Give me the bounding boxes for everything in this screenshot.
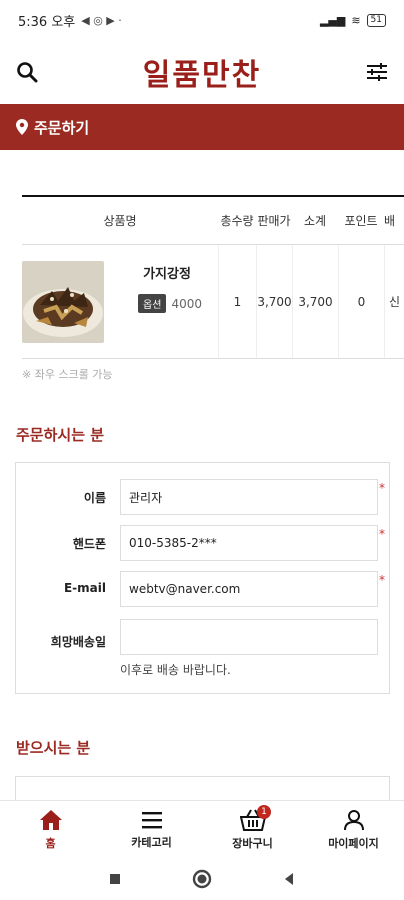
nav-cart[interactable]: 1 장바구니 xyxy=(202,801,303,858)
name-field[interactable]: 관리자 xyxy=(120,479,378,515)
status-bar: 5:36 오후 ◀ ◎ ▶ · ▂▄▆ ≋ 51 xyxy=(0,0,404,40)
col-delivery-partial: 배 xyxy=(384,214,396,228)
name-value: 관리자 xyxy=(129,490,163,505)
required-mark: * xyxy=(379,481,385,495)
delivery-hint: 이후로 배송 바랍니다. xyxy=(120,663,231,677)
email-label: E-mail xyxy=(63,581,106,595)
product-cell: 가지강정 옵션 4000 xyxy=(22,245,218,358)
system-nav-bar xyxy=(0,858,404,900)
name-label: 이름 xyxy=(83,491,106,505)
page-title: 주문하기 xyxy=(34,118,90,137)
delivery-cell-partial: 신 xyxy=(384,245,404,358)
app-logo[interactable]: 일품만찬 xyxy=(143,50,261,94)
delivery-date-field[interactable] xyxy=(120,619,378,655)
phone-field[interactable]: 010-5385-2*** xyxy=(120,525,378,561)
col-quantity: 총수량 xyxy=(220,214,254,228)
receiver-section-title: 받으시는 분 xyxy=(16,739,91,757)
user-icon xyxy=(343,809,364,830)
search-icon[interactable] xyxy=(14,59,40,85)
col-subtotal: 소계 xyxy=(303,214,327,228)
option-badge: 옵션 xyxy=(138,294,167,313)
signal-icon: ▂▄▆ xyxy=(319,13,346,27)
home-circle-icon[interactable] xyxy=(192,869,212,889)
col-product-name: 상품명 xyxy=(103,214,137,228)
status-time: 5:36 오후 xyxy=(18,14,76,30)
nav-cart-label: 장바구니 xyxy=(232,836,273,850)
back-icon[interactable] xyxy=(282,872,296,886)
orderer-form: 이름 관리자 * 핸드폰 010-5385-2*** * E-mail webt… xyxy=(15,462,390,694)
table-header: 상품명 총수량 판매가 소계 포인트 배 xyxy=(22,197,404,245)
phone-label: 핸드폰 xyxy=(72,537,106,551)
email-field[interactable]: webtv@naver.com xyxy=(120,571,378,607)
home-icon xyxy=(39,809,62,830)
phone-value: 010-5385-2*** xyxy=(129,536,217,550)
required-mark: * xyxy=(379,527,385,541)
nav-mypage-label: 마이페이지 xyxy=(328,836,379,850)
wifi-icon: ≋ xyxy=(351,13,361,27)
required-mark: * xyxy=(379,573,385,587)
notification-icons: ◀ ◎ ▶ · xyxy=(81,13,122,27)
nav-category[interactable]: 카테고리 xyxy=(101,801,202,858)
product-name[interactable]: 가지강정 xyxy=(116,263,218,282)
point-cell: 0 xyxy=(338,245,384,358)
col-point: 포인트 xyxy=(344,214,378,228)
location-pin-icon xyxy=(16,119,28,135)
nav-home-label: 홈 xyxy=(45,836,56,850)
col-price: 판매가 xyxy=(257,214,291,228)
app-header: 일품만찬 xyxy=(0,40,404,104)
quantity-cell: 1 xyxy=(218,245,256,358)
option-price: 4000 xyxy=(171,296,202,311)
delivery-date-label: 희망배송일 xyxy=(50,635,106,649)
orderer-section-title: 주문하시는 분 xyxy=(16,426,105,444)
menu-icon xyxy=(141,811,162,828)
battery-icon: 51 xyxy=(366,13,386,27)
nav-category-label: 카테고리 xyxy=(131,835,172,849)
bottom-nav: 홈 카테고리 1 장바구니 마이페이지 xyxy=(0,800,404,858)
filter-settings-icon[interactable] xyxy=(364,59,390,85)
email-value: webtv@naver.com xyxy=(129,582,241,596)
nav-mypage[interactable]: 마이페이지 xyxy=(303,801,404,858)
table-row: 가지강정 옵션 4000 1 3,700 3,700 0 신 xyxy=(22,245,404,359)
page-banner: 주문하기 xyxy=(0,104,404,150)
recent-apps-icon[interactable] xyxy=(108,872,122,886)
price-cell: 3,700 xyxy=(256,245,292,358)
scroll-note: ※ 좌우 스크롤 가능 xyxy=(22,368,113,381)
product-image[interactable] xyxy=(22,261,104,343)
subtotal-cell: 3,700 xyxy=(292,245,338,358)
cart-count-badge: 1 xyxy=(257,805,271,819)
order-table[interactable]: 상품명 총수량 판매가 소계 포인트 배 가지강정 옵션 4000 1 3,70… xyxy=(22,195,404,359)
nav-home[interactable]: 홈 xyxy=(0,801,101,858)
